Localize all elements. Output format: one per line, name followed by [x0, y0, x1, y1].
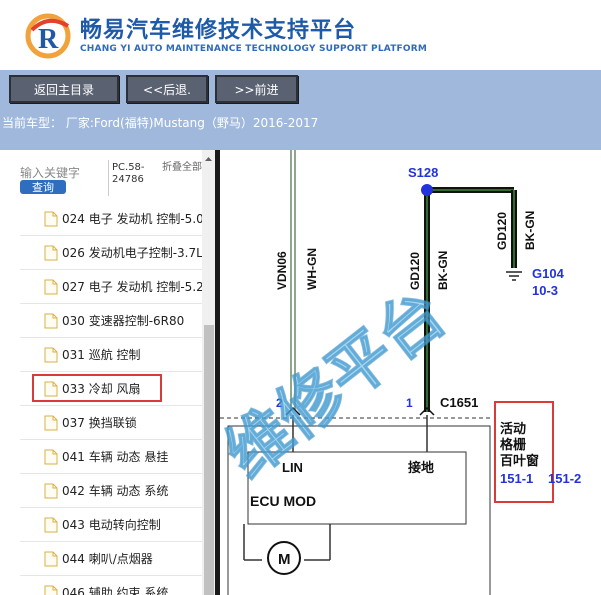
topic-tree: 024 电子 发动机 控制-5.0 026 发动机电子控制-3.7L 027 电子 …	[20, 202, 202, 595]
svg-text:R: R	[38, 24, 59, 55]
tree-item[interactable]: 030 变速器控制-6R80	[20, 304, 202, 338]
tree-item[interactable]: 037 换挡联锁	[20, 406, 202, 440]
car-info-bar: 当前车型： 厂家:Ford(福特)Mustang（野马）2016-2017	[0, 108, 601, 150]
connector-label: C1651	[440, 395, 478, 410]
sidebar: 输入关键字 查询 PC.58-24786 折叠全部 024 电子 发动机 控制-…	[0, 150, 215, 595]
document-icon	[44, 449, 58, 464]
ground-pin-label: 接地	[408, 460, 434, 475]
wire-label-bkgn-b: BK-GN	[523, 211, 537, 250]
shutter-label-3: 百叶窗	[500, 453, 539, 468]
tree-item[interactable]: 046 辅助 约束 系统	[20, 576, 202, 595]
highlight-box	[494, 401, 554, 503]
tree-item-label: 041 车辆 动态 悬挂	[62, 450, 169, 464]
ground-label: G104	[532, 266, 565, 281]
app-header: R 畅易汽车维修技术支持平台 CHANG YI AUTO MAINTENANCE…	[0, 0, 601, 70]
document-icon	[44, 279, 58, 294]
selected-highlight-box	[32, 374, 162, 402]
tree-item-label: 042 车辆 动态 系统	[62, 484, 169, 498]
shutter-label-1: 活动	[500, 421, 526, 436]
scroll-thumb[interactable]	[204, 325, 214, 595]
tree-item-label: 026 发动机电子控制-3.7L	[62, 246, 202, 260]
tree-item-label: 044 喇叭/点烟器	[62, 552, 153, 566]
tree-item[interactable]: 033 冷却 风扇	[20, 372, 202, 406]
scroll-up-arrow-icon[interactable]	[202, 154, 215, 164]
tree-item[interactable]: 043 电动转向控制	[20, 508, 202, 542]
ground-ref-link[interactable]: 10-3	[532, 283, 558, 298]
tree-item-label: 043 电动转向控制	[62, 518, 161, 532]
pin-1-label: 1	[406, 396, 413, 410]
tree-item-label: 031 巡航 控制	[62, 348, 141, 362]
wire-label-gd120-b: GD120	[495, 212, 509, 250]
document-icon	[44, 313, 58, 328]
document-icon	[44, 415, 58, 430]
sidebar-scrollbar[interactable]	[202, 150, 215, 595]
tree-item[interactable]: 024 电子 发动机 控制-5.0	[20, 202, 202, 236]
splice-label: S128	[408, 165, 438, 180]
tree-item-label: 024 电子 发动机 控制-5.0	[62, 212, 202, 226]
document-icon	[44, 551, 58, 566]
home-button[interactable]: 返回主目录	[9, 75, 119, 103]
wire-label-whgn: WH-GN	[305, 248, 319, 290]
tree-item[interactable]: 041 车辆 动态 悬挂	[20, 440, 202, 474]
motor-label: M	[278, 551, 291, 568]
document-icon	[44, 483, 58, 498]
search-button[interactable]: 查询	[20, 180, 66, 194]
tree-item[interactable]: 026 发动机电子控制-3.7L	[20, 236, 202, 270]
wire-label-vdn06: VDN06	[275, 251, 289, 290]
tree-item-label: 037 换挡联锁	[62, 416, 137, 430]
tree-item[interactable]: 042 车辆 动态 系统	[20, 474, 202, 508]
ref-link-151-1[interactable]: 151-1	[500, 471, 533, 486]
document-icon	[44, 347, 58, 362]
tree-item[interactable]: 031 巡航 控制	[20, 338, 202, 372]
logo-icon: R	[25, 13, 71, 59]
collapse-all-button[interactable]: 折叠全部	[162, 162, 202, 174]
document-icon	[44, 245, 58, 260]
document-icon	[44, 585, 58, 595]
document-icon	[44, 211, 58, 226]
module-label: ECU MOD	[250, 493, 316, 509]
tree-item-label: 046 辅助 约束 系统	[62, 586, 169, 595]
tree-item[interactable]: 027 电子 发动机 控制-5.2	[20, 270, 202, 304]
tree-item-label: 030 变速器控制-6R80	[62, 314, 185, 328]
splice-dot	[421, 184, 433, 196]
document-icon	[44, 517, 58, 532]
app-title: 畅易汽车维修技术支持平台	[80, 18, 357, 43]
divider	[108, 160, 109, 196]
wire-label-bkgn-a: BK-GN	[436, 251, 450, 290]
nav-bar: 返回主目录 <<后退. >>前进	[0, 70, 601, 108]
tree-item-label: 027 电子 发动机 控制-5.2	[62, 280, 202, 294]
current-vehicle: 当前车型： 厂家:Ford(福特)Mustang（野马）2016-2017	[2, 116, 319, 130]
back-button[interactable]: <<后退.	[126, 75, 208, 103]
ref-link-151-2[interactable]: 151-2	[548, 471, 581, 486]
forward-button[interactable]: >>前进	[215, 75, 298, 103]
tree-item[interactable]: 044 喇叭/点烟器	[20, 542, 202, 576]
wiring-diagram: S128 VDN06 WH-GN GD120 BK-GN GD120 BK-GN…	[220, 150, 601, 595]
shutter-label-2: 格栅	[500, 437, 526, 452]
app-subtitle: CHANG YI AUTO MAINTENANCE TECHNOLOGY SUP…	[80, 44, 428, 54]
pc-code: PC.58-24786	[112, 162, 145, 185]
wiring-diagram-svg: S128 VDN06 WH-GN GD120 BK-GN GD120 BK-GN…	[220, 150, 581, 595]
